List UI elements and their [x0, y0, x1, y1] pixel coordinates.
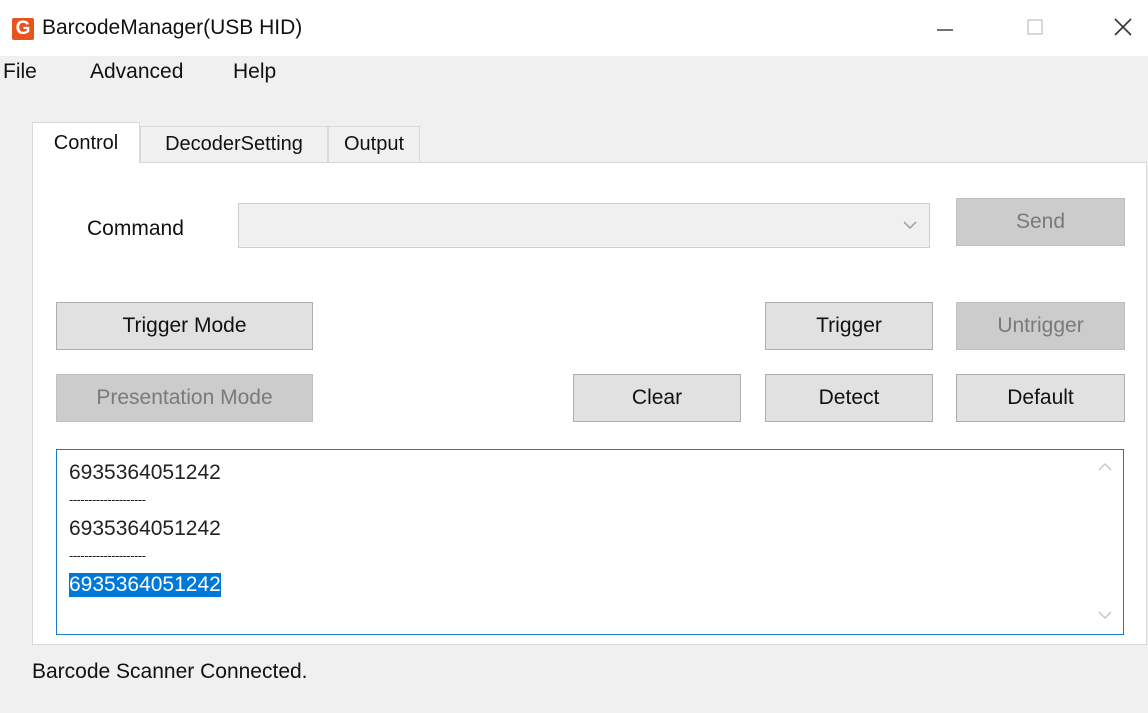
command-combobox[interactable]: [238, 203, 930, 248]
minimize-icon: [937, 29, 953, 31]
menu-help[interactable]: Help: [233, 60, 276, 84]
tab-output[interactable]: Output: [328, 126, 420, 162]
tab-control-label: Control: [53, 132, 119, 154]
maximize-icon: [1027, 19, 1043, 35]
untrigger-button[interactable]: Untrigger: [956, 302, 1125, 350]
scroll-down-arrow-icon[interactable]: [1098, 610, 1112, 620]
tab-decoder-setting-label: DecoderSetting: [165, 133, 303, 155]
maximize-button[interactable]: [1012, 10, 1058, 50]
tab-decoder-setting[interactable]: DecoderSetting: [140, 126, 328, 162]
default-button[interactable]: Default: [956, 374, 1125, 422]
menu-advanced[interactable]: Advanced: [90, 60, 183, 84]
clear-button[interactable]: Clear: [573, 374, 741, 422]
tab-output-label: Output: [343, 133, 405, 155]
status-text: Barcode Scanner Connected.: [32, 660, 308, 683]
close-button[interactable]: [1100, 10, 1146, 50]
log-line-selected: 6935364051242: [69, 573, 221, 597]
scroll-up-arrow-icon[interactable]: [1098, 462, 1112, 472]
log-separator: --------------------: [69, 548, 146, 563]
menu-bar: File Advanced Help: [0, 56, 1148, 90]
send-button[interactable]: Send: [956, 198, 1125, 246]
close-icon: [1114, 18, 1132, 36]
trigger-button[interactable]: Trigger: [765, 302, 933, 350]
minimize-button[interactable]: [922, 10, 968, 50]
log-separator: --------------------: [69, 492, 146, 507]
trigger-mode-button[interactable]: Trigger Mode: [56, 302, 313, 350]
menu-file[interactable]: File: [3, 60, 37, 84]
window-title: BarcodeManager(USB HID): [42, 16, 303, 39]
command-label: Command: [87, 217, 184, 240]
detect-button[interactable]: Detect: [765, 374, 933, 422]
presentation-mode-button[interactable]: Presentation Mode: [56, 374, 313, 422]
log-line: 6935364051242: [69, 461, 221, 484]
tab-control[interactable]: Control: [32, 122, 140, 163]
log-line: 6935364051242: [69, 517, 221, 540]
title-bar: G BarcodeManager(USB HID): [0, 0, 1148, 56]
chevron-down-icon[interactable]: [903, 220, 917, 230]
output-log[interactable]: 6935364051242 -------------------- 69353…: [56, 449, 1124, 635]
log-scrollbar[interactable]: [1087, 450, 1123, 634]
app-icon: G: [12, 18, 34, 40]
